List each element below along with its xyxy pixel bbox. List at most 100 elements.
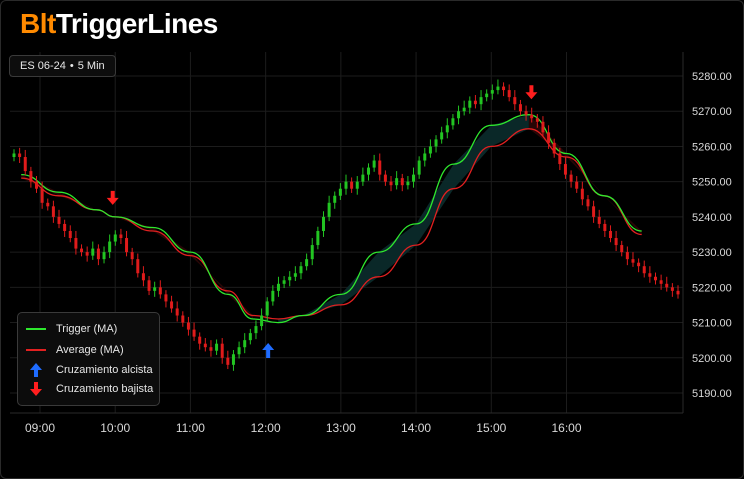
candle-down bbox=[119, 234, 123, 239]
legend-trigger-label: Trigger (MA) bbox=[56, 323, 118, 335]
candle-up bbox=[293, 273, 297, 277]
candle-down bbox=[620, 245, 624, 253]
x-tick-label: 13:00 bbox=[326, 421, 356, 435]
candle-up bbox=[153, 287, 157, 291]
candle-down bbox=[51, 206, 55, 217]
candle-down bbox=[35, 181, 39, 189]
candle-down bbox=[220, 343, 224, 358]
arrow-down-icon bbox=[26, 382, 46, 396]
candle-down bbox=[96, 248, 100, 260]
candle-up bbox=[490, 90, 494, 94]
candle-up bbox=[271, 290, 275, 302]
candle-up bbox=[428, 146, 432, 154]
candle-down bbox=[74, 238, 78, 249]
candle-down bbox=[18, 153, 22, 158]
candle-up bbox=[243, 340, 247, 348]
x-tick-label: 10:00 bbox=[100, 421, 130, 435]
candle-down bbox=[670, 287, 674, 291]
candle-down bbox=[40, 188, 44, 203]
separator-dot: • bbox=[69, 60, 74, 72]
candle-up bbox=[434, 139, 438, 147]
candle-down bbox=[608, 230, 612, 239]
candle-down bbox=[558, 153, 562, 165]
candle-up bbox=[344, 181, 348, 189]
candle-down bbox=[29, 171, 33, 182]
candle-up bbox=[260, 315, 264, 327]
candle-down bbox=[389, 181, 393, 186]
legend-item-trigger: Trigger (MA) bbox=[26, 321, 117, 337]
chart-legend: Trigger (MA) Average (MA) Cruzamiento al… bbox=[17, 312, 160, 406]
average-ma-line bbox=[21, 128, 642, 320]
symbol-timeframe-box[interactable]: ES 06-24 • 5 Min bbox=[9, 55, 116, 77]
candle-up bbox=[265, 301, 269, 316]
candle-down bbox=[563, 164, 567, 175]
candle-up bbox=[215, 343, 219, 351]
candle-down bbox=[502, 86, 506, 91]
candle-down bbox=[586, 199, 590, 207]
candle-down bbox=[614, 238, 618, 246]
candle-up bbox=[321, 216, 325, 231]
x-tick-label: 11:00 bbox=[176, 421, 205, 435]
y-tick-label: 5280.00 bbox=[692, 71, 732, 83]
candle-down bbox=[80, 248, 84, 253]
y-tick-label: 5240.00 bbox=[692, 212, 732, 224]
x-tick-label: 12:00 bbox=[251, 421, 281, 435]
candle-up bbox=[406, 181, 410, 186]
candle-down bbox=[580, 188, 584, 200]
candle-up bbox=[12, 153, 16, 158]
candle-down bbox=[473, 100, 477, 105]
y-tick-label: 5250.00 bbox=[692, 177, 732, 189]
candle-down bbox=[63, 223, 67, 231]
legend-bull-label: Cruzamiento alcista bbox=[56, 364, 153, 376]
candle-up bbox=[282, 280, 286, 284]
candle-down bbox=[181, 315, 185, 323]
candle-down bbox=[209, 347, 213, 351]
candle-down bbox=[518, 104, 522, 112]
candle-down bbox=[530, 114, 534, 119]
candle-up bbox=[248, 333, 252, 341]
candle-up bbox=[462, 107, 466, 112]
candle-up bbox=[102, 252, 106, 260]
candle-down bbox=[400, 178, 404, 186]
candle-down bbox=[192, 329, 196, 337]
candle-down bbox=[631, 259, 635, 263]
candle-down bbox=[665, 283, 669, 288]
candle-down bbox=[513, 97, 517, 105]
candle-down bbox=[85, 252, 89, 256]
candle-up bbox=[395, 178, 399, 186]
candle-up bbox=[338, 188, 342, 196]
bearish-cross-arrow bbox=[525, 85, 538, 100]
candle-down bbox=[125, 238, 129, 253]
candle-up bbox=[316, 230, 320, 246]
candle-down bbox=[547, 132, 551, 143]
candle-up bbox=[299, 266, 303, 274]
candle-down bbox=[57, 216, 61, 224]
candle-up bbox=[113, 234, 117, 242]
candle-up bbox=[496, 86, 500, 91]
candle-down bbox=[659, 280, 663, 284]
y-tick-label: 5230.00 bbox=[692, 247, 732, 259]
average-line-swatch bbox=[26, 349, 46, 351]
bearish-cross-arrow bbox=[106, 190, 119, 205]
candle-down bbox=[592, 206, 596, 217]
candle-down bbox=[226, 357, 230, 365]
timeframe-label: 5 Min bbox=[77, 60, 105, 72]
candle-up bbox=[91, 248, 95, 256]
candle-down bbox=[569, 174, 573, 182]
candle-up bbox=[423, 153, 427, 161]
y-tick-label: 5200.00 bbox=[692, 353, 732, 365]
candle-up bbox=[479, 97, 483, 105]
candle-down bbox=[648, 273, 652, 277]
candle-up bbox=[333, 195, 337, 203]
candle-down bbox=[147, 280, 151, 291]
candle-up bbox=[327, 202, 331, 217]
candle-down bbox=[597, 216, 601, 224]
legend-bear-label: Cruzamiento bajista bbox=[56, 383, 154, 395]
y-tick-label: 5210.00 bbox=[692, 318, 732, 330]
candle-up bbox=[372, 160, 376, 168]
candle-down bbox=[575, 181, 579, 189]
legend-item-average: Average (MA) bbox=[26, 342, 124, 358]
candle-down bbox=[541, 121, 545, 133]
candle-up bbox=[412, 174, 416, 182]
candle-down bbox=[603, 223, 607, 231]
